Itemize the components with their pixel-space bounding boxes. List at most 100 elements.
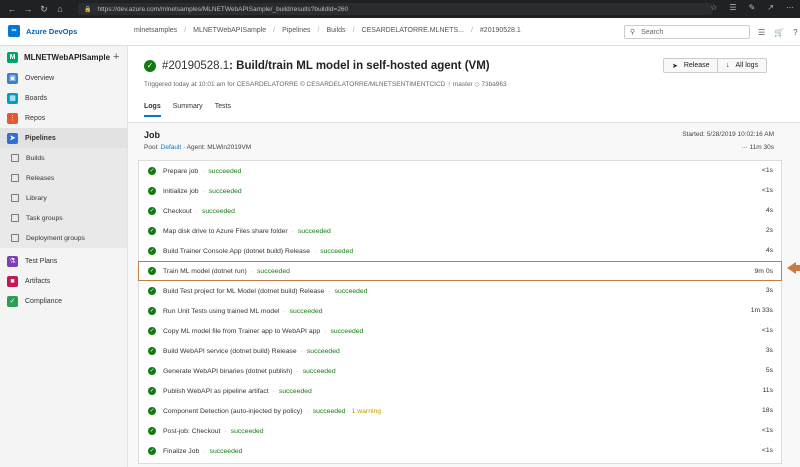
test-plans-icon: ⚗: [7, 255, 18, 267]
step-row[interactable]: ✓ Finalize Job · succeeded <1s: [139, 441, 781, 461]
step-row[interactable]: ✓ Map disk drive to Azure Files share fol…: [139, 221, 781, 241]
nav-label: Releases: [26, 174, 55, 182]
nav-label: Test Plans: [25, 257, 58, 265]
step-name: Generate WebAPI binaries (dotnet publish…: [163, 367, 293, 375]
project-name: MLNETWebAPISample: [24, 52, 111, 62]
nav-library[interactable]: Library: [0, 188, 127, 208]
step-name: Map disk drive to Azure Files share fold…: [163, 227, 288, 235]
home-icon[interactable]: ⌂: [52, 4, 68, 14]
nav-repos[interactable]: ⋮ Repos: [0, 108, 127, 128]
refresh-icon[interactable]: ↻: [36, 4, 52, 15]
success-check-icon: ✓: [148, 267, 156, 275]
help-icon[interactable]: ?: [793, 28, 797, 37]
step-row[interactable]: ✓ Run Unit Tests using trained ML model · s…: [139, 301, 781, 321]
step-row[interactable]: ✓ Build Test project for ML Model (dotnet…: [139, 281, 781, 301]
separator-dot: ·: [296, 367, 299, 375]
step-duration: 3s: [765, 287, 773, 294]
separator-dot: ·: [224, 427, 227, 435]
breadcrumb-builds[interactable]: Builds: [326, 27, 345, 34]
step-duration: 1m 33s: [750, 307, 773, 314]
step-name: Prepare job: [163, 167, 199, 175]
nav-label: Task groups: [26, 214, 63, 222]
tab-summary[interactable]: Summary: [173, 103, 203, 117]
brand-logo[interactable]: ∞ Azure DevOps: [8, 25, 77, 37]
address-bar[interactable]: 🔒 https://dev.azure.com/mlnetsamples/MLN…: [78, 3, 712, 15]
agent-name: · Agent: MLWin2019VM: [183, 144, 252, 151]
share-icon[interactable]: ↗: [767, 3, 774, 12]
nav-overview[interactable]: ▣ Overview: [0, 68, 127, 88]
nav-pipelines[interactable]: ➤ Pipelines: [0, 128, 127, 148]
deployment-groups-icon: [11, 234, 19, 242]
step-duration: 9m 0s: [754, 268, 773, 275]
breadcrumb-definition[interactable]: CESARDELATORRE.MLNETS...: [362, 27, 464, 34]
nav-artifacts[interactable]: ■ Artifacts: [0, 271, 127, 291]
step-name: Build WebAPI service (dotnet build) Rele…: [163, 347, 297, 355]
step-row[interactable]: ✓ Build Trainer Console App (dotnet build…: [139, 241, 781, 261]
step-name: Checkout: [163, 207, 192, 215]
success-check-icon: ✓: [148, 347, 156, 355]
step-row[interactable]: ✓ Post-job: Checkout · succeeded <1s: [139, 421, 781, 441]
breadcrumb-separator: /: [273, 27, 276, 34]
nav-releases[interactable]: Releases: [0, 168, 127, 188]
step-row[interactable]: ✓ Copy ML model file from Trainer app to …: [139, 321, 781, 341]
step-status: succeeded: [312, 407, 346, 415]
project-header[interactable]: M MLNETWebAPISample +: [0, 46, 127, 68]
all-logs-button[interactable]: ↓ All logs: [717, 58, 768, 73]
nav-builds[interactable]: Builds: [0, 148, 127, 168]
step-row[interactable]: ✓ Prepare job · succeeded <1s: [139, 161, 781, 181]
step-duration: <1s: [761, 327, 773, 334]
breadcrumb-org[interactable]: mlnetsamples: [134, 27, 177, 34]
build-title: : Build/train ML model in self-hosted ag…: [229, 60, 490, 72]
pipelines-icon: ➤: [7, 132, 18, 144]
step-status: succeeded: [201, 207, 235, 215]
step-row[interactable]: ✓ Build WebAPI service (dotnet build) Rel…: [139, 341, 781, 361]
artifacts-icon: ■: [7, 275, 18, 287]
nav-boards[interactable]: ▦ Boards: [0, 88, 127, 108]
job-started: Started: 5/28/2019 10:02:16 AM: [682, 131, 774, 138]
nav-deployment-groups[interactable]: Deployment groups: [0, 228, 127, 248]
search-icon: ⚲: [630, 29, 636, 36]
left-nav: M MLNETWebAPISample + ▣ Overview ▦ Board…: [0, 46, 128, 467]
step-row[interactable]: ✓ Train ML model (dotnet run) · succeeded 9m…: [138, 261, 782, 281]
nav-compliance[interactable]: ✓ Compliance: [0, 291, 127, 311]
nav-task-groups[interactable]: Task groups: [0, 208, 127, 228]
pool-prefix: Pool:: [144, 144, 159, 151]
add-icon[interactable]: +: [113, 51, 119, 63]
step-row[interactable]: ✓ Initialize job · succeeded <1s: [139, 181, 781, 201]
step-row[interactable]: ✓ Publish WebAPI as pipeline artifact · suc…: [139, 381, 781, 401]
star-icon[interactable]: ☆: [710, 3, 717, 12]
settings-list-icon[interactable]: ☰: [758, 28, 765, 37]
tab-logs[interactable]: Logs: [144, 103, 161, 117]
step-name: Post-job: Checkout: [163, 427, 221, 435]
task-groups-icon: [11, 214, 19, 222]
collections-icon[interactable]: ☰: [729, 3, 736, 12]
step-status: succeeded: [330, 327, 364, 335]
step-name: Publish WebAPI as pipeline artifact: [163, 387, 269, 395]
breadcrumb-separator: /: [184, 27, 187, 34]
step-status: succeeded: [257, 267, 290, 275]
pool-link[interactable]: Default: [161, 144, 182, 151]
step-row[interactable]: ✓ Generate WebAPI binaries (dotnet publis…: [139, 361, 781, 381]
tab-tests[interactable]: Tests: [215, 103, 231, 117]
success-check-icon: ✓: [148, 387, 156, 395]
release-button[interactable]: ➤ Release: [663, 58, 719, 73]
step-row[interactable]: ✓ Component Detection (auto-injected by p…: [139, 401, 781, 421]
more-icon[interactable]: ⋯: [786, 3, 794, 12]
job-pool: Pool: Default · Agent: MLWin2019VM: [144, 144, 251, 151]
marketplace-icon[interactable]: 🛒: [774, 28, 784, 37]
nav-label: Boards: [25, 94, 48, 102]
pen-icon[interactable]: ✎: [749, 3, 756, 12]
step-status: succeeded: [320, 247, 354, 255]
forward-icon[interactable]: →: [20, 4, 36, 14]
back-icon[interactable]: ←: [4, 4, 20, 14]
download-icon: ↓: [726, 62, 730, 69]
separator-dot: ·: [195, 207, 198, 215]
step-row[interactable]: ✓ Checkout · succeeded 4s: [139, 201, 781, 221]
search-box[interactable]: ⚲ Search: [624, 25, 750, 39]
breadcrumb-run[interactable]: #20190528.1: [480, 27, 521, 34]
breadcrumb-pipelines[interactable]: Pipelines: [282, 27, 310, 34]
breadcrumb-project[interactable]: MLNETWebAPISample: [193, 27, 266, 34]
success-check-icon: ✓: [148, 367, 156, 375]
highlight-arrow-tail: [795, 265, 800, 271]
nav-test-plans[interactable]: ⚗ Test Plans: [0, 251, 127, 271]
